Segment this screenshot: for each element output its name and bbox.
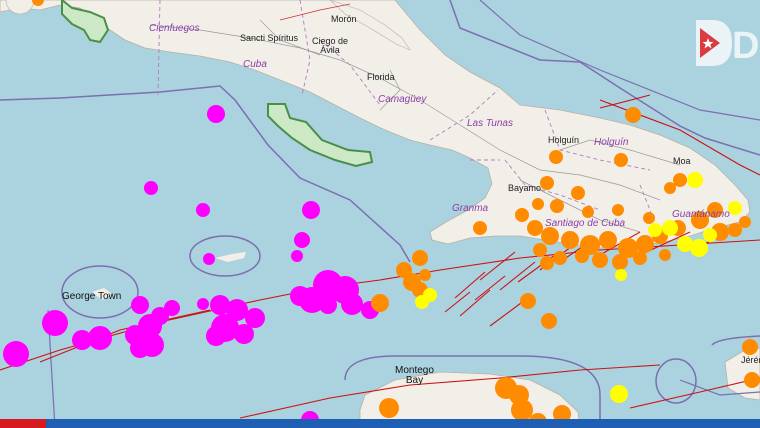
label-george-town: George Town (62, 291, 122, 302)
label-cuba: Cuba (243, 59, 267, 70)
label-florida: Florida (367, 72, 395, 82)
label-jeremie: Jérém (741, 355, 760, 365)
map-canvas[interactable]: Cienfuegos Sancti Spíritus Morón Ciego d… (0, 0, 760, 428)
label-las-tunas: Las Tunas (467, 118, 513, 129)
label-camaguey: Camagüey (378, 94, 427, 105)
label-holguin-province: Holguín (594, 137, 629, 148)
flag-icon: DC (696, 20, 760, 67)
label-cienfuegos: Cienfuegos (149, 23, 200, 34)
label-guantanamo: Guantánamo (672, 209, 730, 220)
logo-text: DC (732, 25, 760, 67)
label-moron: Morón (331, 14, 357, 24)
label-ciego-de-avila: Ciego de Ávila (312, 36, 349, 55)
map-svg (0, 0, 760, 428)
bottom-bar-red-segment (0, 419, 46, 428)
label-holguin-city: Holguín (548, 135, 580, 145)
label-montego-bay: Montego Bay (395, 365, 434, 386)
label-sancti-spiritus: Sancti Spíritus (240, 33, 299, 43)
label-moa: Moa (673, 156, 691, 166)
watermark-logo: DC (694, 18, 760, 68)
label-granma: Granma (452, 203, 489, 214)
label-bayamo: Bayamo (508, 183, 542, 193)
bottom-bar (0, 419, 760, 428)
label-santiago: Santiago de Cuba (545, 218, 626, 229)
